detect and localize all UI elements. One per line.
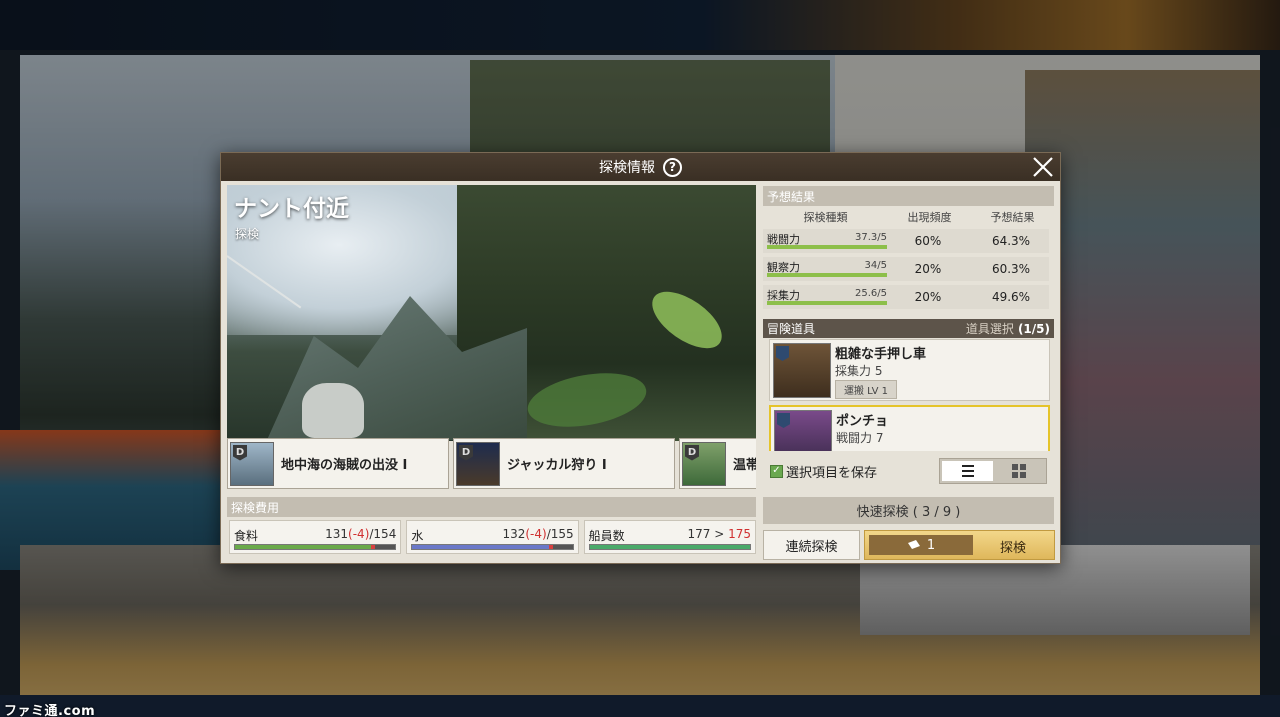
quest-label: 温帯 — [733, 458, 756, 473]
close-icon — [1033, 157, 1053, 177]
quest-card[interactable]: D ジャッカル狩り I — [453, 438, 675, 489]
rank-badge-icon: D — [685, 444, 699, 461]
water-cost: 水 132(-4)/155 — [406, 520, 579, 554]
column-result: 予想結果 — [990, 211, 1035, 224]
cost-row: 食料 131(-4)/154 水 132(-4)/155 船員数 177 > 1… — [229, 520, 756, 554]
item-card[interactable]: 粗雑な手押し車 採集力 5 運搬 LV 1 — [769, 339, 1050, 401]
explore-button[interactable]: 1 探検 — [864, 530, 1055, 560]
ticket-cost: 1 — [869, 535, 973, 555]
prediction-row: 観察力 34/5 20% 60.3% — [763, 257, 1049, 281]
food-value: 131(-4)/154 — [325, 527, 397, 541]
dialog-header: 探検情報 ? — [221, 153, 1060, 181]
quest-card[interactable]: D 地中海の海賊の出没 I — [227, 438, 449, 489]
grid-view-icon — [1011, 464, 1026, 478]
water-label: 水 — [411, 529, 424, 543]
location-scene-image: ナント付近 探検 — [227, 185, 756, 441]
location-type: 探検 — [235, 227, 260, 241]
grid-view-button[interactable] — [993, 461, 1044, 481]
continuous-explore-button[interactable]: 連続探検 — [763, 530, 860, 560]
dialog-title: 探検情報 — [599, 160, 655, 176]
prediction-columns: 探検種類 出現頻度 予想結果 — [763, 209, 1054, 225]
view-toggle — [939, 458, 1047, 484]
water-value: 132(-4)/155 — [502, 527, 574, 541]
item-select-button[interactable]: 道具選択 (1/5) — [966, 320, 1050, 337]
watermark: ファミ通.com — [4, 704, 96, 717]
list-view-icon — [961, 465, 974, 477]
crew-bar — [588, 544, 751, 550]
quest-thumbnail: D — [230, 441, 274, 486]
water-bar — [411, 544, 574, 550]
quest-label: 地中海の海賊の出没 I — [281, 458, 408, 473]
items-header: 冒険道具 道具選択 (1/5) — [763, 319, 1054, 338]
location-name: ナント付近 — [234, 196, 349, 222]
save-checkbox[interactable]: ✓ — [770, 464, 783, 478]
quest-thumbnail: D — [682, 441, 726, 486]
column-frequency: 出現頻度 — [907, 211, 952, 224]
ticket-icon — [907, 540, 920, 549]
explore-label: 探検 — [999, 541, 1026, 556]
prediction-header: 予想結果 — [763, 186, 1054, 206]
quick-explore-button[interactable]: 快速探検 ( 3 / 9 ) — [763, 497, 1054, 524]
crew-cost: 船員数 177 > 175 — [583, 520, 756, 554]
help-icon[interactable]: ? — [663, 157, 682, 177]
item-card[interactable]: ポンチョ 戦闘力 7 — [769, 405, 1050, 451]
quest-thumbnail: D — [456, 441, 500, 486]
prediction-row: 戦闘力 37.3/5 60% 64.3% — [763, 229, 1049, 253]
items-list: 粗雑な手押し車 採集力 5 運搬 LV 1 ポンチョ 戦闘力 7 — [763, 339, 1054, 451]
crew-label: 船員数 — [588, 529, 625, 543]
close-button[interactable] — [1030, 154, 1056, 180]
food-cost: 食料 131(-4)/154 — [229, 520, 402, 554]
save-label: 選択項目を保存 — [786, 465, 878, 481]
list-view-button[interactable] — [942, 461, 993, 481]
exploration-info-dialog: 探検情報 ? ナント付近 探検 D 地中海の海賊の出没 I D ジャッカル狩り … — [220, 152, 1061, 564]
poncho-icon — [774, 410, 832, 451]
food-label: 食料 — [234, 529, 259, 543]
crew-value: 177 > 175 — [687, 527, 751, 541]
cost-header: 探検費用 — [227, 497, 756, 517]
quest-list: D 地中海の海賊の出没 I D ジャッカル狩り I D 温帯 — [227, 438, 756, 489]
quest-card[interactable]: D 温帯 — [679, 438, 756, 489]
handcart-icon — [773, 343, 831, 398]
rank-badge-icon: D — [459, 444, 473, 461]
column-type: 探検種類 — [803, 211, 848, 224]
prediction-row: 採集力 25.6/5 20% 49.6% — [763, 285, 1049, 309]
rank-badge-icon: D — [233, 444, 247, 461]
quest-label: ジャッカル狩り I — [507, 458, 607, 473]
food-bar — [234, 544, 397, 550]
